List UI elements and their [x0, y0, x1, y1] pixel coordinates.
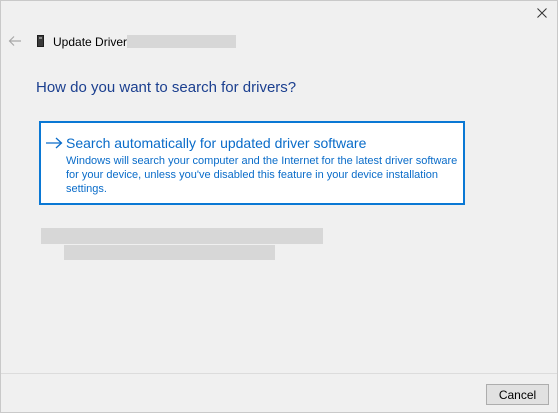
redacted-option-line-2 — [64, 245, 275, 260]
redacted-device-name — [127, 35, 236, 48]
search-automatically-option[interactable]: Search automatically for updated driver … — [39, 121, 465, 205]
footer-divider — [1, 373, 557, 374]
option-title: Search automatically for updated driver … — [66, 135, 367, 151]
right-arrow-icon — [46, 137, 63, 149]
redacted-option-line-1 — [41, 228, 323, 244]
device-icon — [37, 35, 44, 47]
close-icon — [537, 8, 547, 18]
update-drivers-window: Update Drivers How do you want to search… — [0, 0, 558, 413]
back-arrow-icon — [8, 36, 21, 46]
back-button[interactable] — [7, 33, 23, 49]
page-heading: How do you want to search for drivers? — [36, 79, 297, 96]
option-description: Windows will search your computer and th… — [66, 155, 458, 195]
close-button[interactable] — [529, 3, 555, 23]
cancel-button[interactable]: Cancel — [486, 384, 549, 405]
window-title: Update Drivers — [53, 35, 134, 49]
